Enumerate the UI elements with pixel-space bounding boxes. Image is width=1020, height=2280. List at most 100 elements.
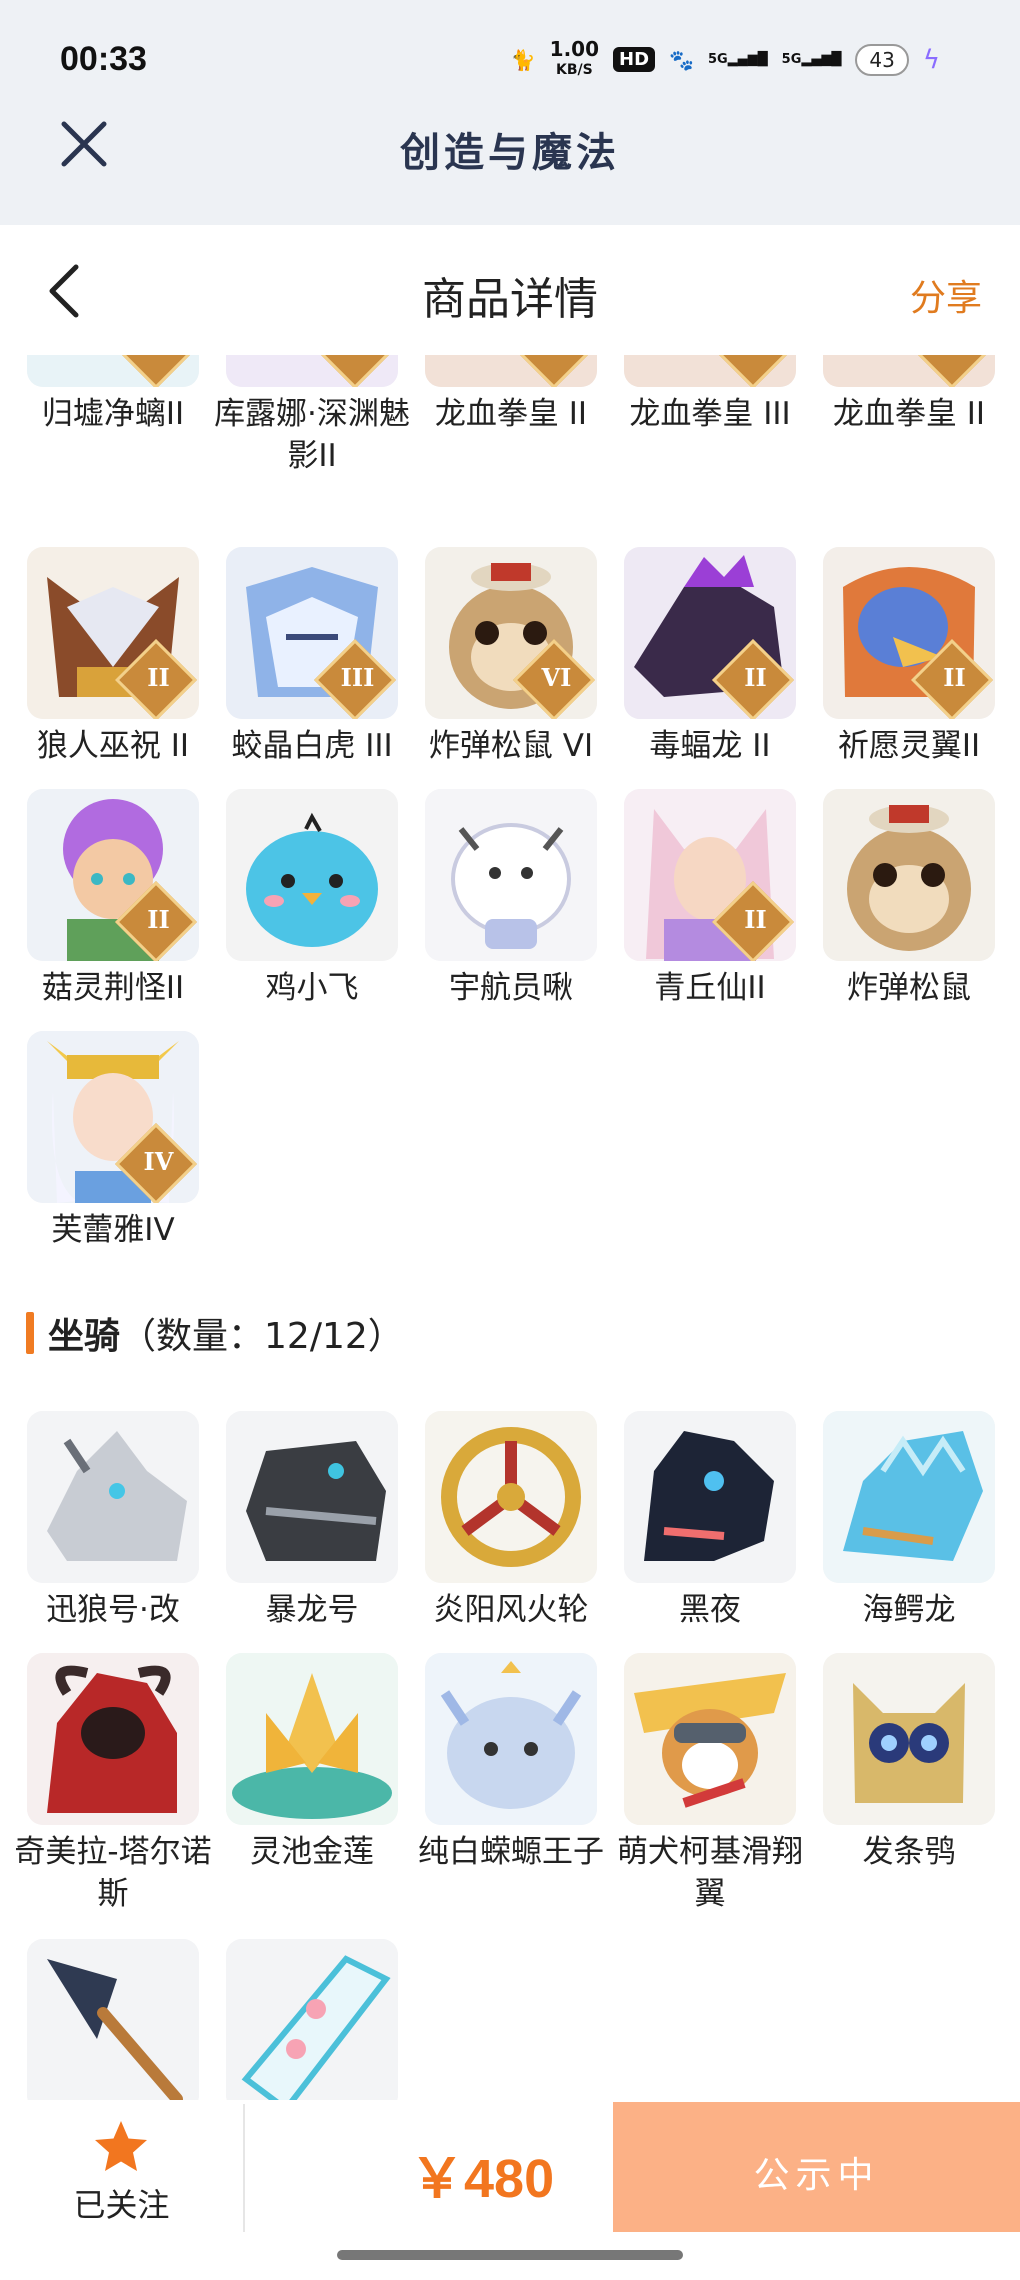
item-thumbnail — [226, 1653, 398, 1825]
grid-item[interactable]: 宇航员啾 — [425, 789, 597, 1009]
page-title: 商品详情 — [422, 274, 598, 325]
grid-item[interactable]: 暴龙号 — [226, 1411, 398, 1631]
astronaut-image — [425, 789, 597, 961]
item-list[interactable]: II归墟净螭IIII库露娜·深渊魅影IIII龙血拳皇 IIIII龙血拳皇 III… — [0, 355, 1020, 2100]
grid-item[interactable]: II 库露娜·深渊魅影II — [214, 355, 410, 477]
status-time: 00:33 — [60, 40, 147, 78]
net-speed-unit: KB/S — [555, 62, 593, 78]
item-thumbnail: II — [27, 547, 199, 719]
follow-button[interactable]: 已关注 — [0, 2100, 243, 2240]
grid-item[interactable]: 黑夜 — [624, 1411, 796, 1631]
item-thumbnail — [425, 789, 597, 961]
item-name: 库露娜·深渊魅影II — [214, 396, 410, 474]
item-name: 黑夜 — [679, 1592, 741, 1628]
item-name: 芙蕾雅IV — [51, 1212, 175, 1248]
app-title: 创造与魔法 — [400, 129, 620, 176]
grid-item[interactable]: II 菇灵荆怪II — [27, 789, 199, 1009]
item-thumbnail: IV — [27, 1031, 199, 1203]
grid-item[interactable] — [27, 1939, 199, 2100]
signal-icon-1: 5G▂▄▆█ — [707, 52, 768, 67]
item-name: 狼人巫祝 II — [36, 728, 190, 764]
charging-icon: ϟ — [922, 44, 940, 75]
grade-badge-text: II — [744, 663, 767, 693]
grid-item[interactable]: II 狼人巫祝 II — [27, 547, 199, 767]
item-thumbnail — [425, 1411, 597, 1583]
follow-label: 已关注 — [73, 2186, 170, 2224]
grid-item[interactable]: IV 芙蕾雅IV — [27, 1031, 199, 1251]
grade-badge-text: II — [147, 663, 170, 693]
item-thumbnail — [624, 1411, 796, 1583]
mounts-section-header: 坐骑（数量：12/12） — [26, 1307, 404, 1359]
cat-icon: 🐈 — [510, 47, 536, 72]
chimera-image — [27, 1653, 199, 1825]
share-button[interactable]: 分享 — [910, 269, 982, 321]
item-thumbnail: II — [226, 355, 398, 387]
grid-item[interactable]: III 蛟晶白虎 III — [226, 547, 398, 767]
item-thumbnail — [823, 1653, 995, 1825]
item-name: 毒蝠龙 II — [649, 728, 771, 764]
grid-item[interactable] — [226, 1939, 398, 2100]
mech-rex-image — [226, 1411, 398, 1583]
grid-item[interactable]: II 龙血拳皇 II — [823, 355, 995, 435]
lotus-image — [226, 1653, 398, 1825]
bird-image — [226, 789, 398, 961]
item-name: 海鳄龙 — [862, 1592, 956, 1628]
item-name: 宇航员啾 — [449, 970, 573, 1006]
grade-badge-text: III — [729, 355, 781, 360]
item-thumbnail — [624, 1653, 796, 1825]
sea-dragon-image — [823, 1411, 995, 1583]
grid-item[interactable]: 纯白蝾螈王子 — [418, 1653, 604, 1873]
grade-badge-text: II — [147, 905, 170, 935]
grid-item[interactable]: II 毒蝠龙 II — [624, 547, 796, 767]
item-name: 灵池金莲 — [250, 1834, 374, 1870]
item-thumbnail — [27, 1653, 199, 1825]
item-thumbnail: II — [624, 789, 796, 961]
signal-icon-2: 5G▂▄▆█ — [781, 52, 842, 67]
item-thumbnail — [27, 1939, 199, 2100]
status-label: 公示中 — [753, 2155, 880, 2196]
grid-item[interactable]: II 青丘仙II — [624, 789, 796, 1009]
item-thumbnail — [823, 789, 995, 961]
grid-item[interactable]: III 龙血拳皇 III — [624, 355, 796, 435]
item-name: 龙血拳皇 III — [629, 396, 791, 432]
grade-badge-text: II — [331, 355, 383, 360]
wheel-image — [425, 1411, 597, 1583]
item-name: 龙血拳皇 II — [832, 396, 986, 432]
item-thumbnail — [425, 1653, 597, 1825]
grid-item[interactable]: II 龙血拳皇 II — [425, 355, 597, 435]
page-header: 商品详情 分享 — [0, 225, 1020, 355]
home-indicator[interactable] — [337, 2250, 683, 2260]
grade-badge-text: II — [928, 355, 980, 360]
item-name: 蛟晶白虎 III — [231, 728, 393, 764]
grid-item[interactable]: 奇美拉-塔尔诺斯 — [14, 1653, 212, 1915]
net-speed: 1.00 KB/S — [550, 39, 599, 79]
grid-item[interactable]: VI 炸弹松鼠 VI — [425, 547, 597, 767]
skateboard-image — [226, 1939, 398, 2100]
grid-item[interactable]: 鸡小飞 — [226, 789, 398, 1009]
item-thumbnail: II — [823, 355, 995, 387]
grid-item[interactable]: 炎阳风火轮 — [425, 1411, 597, 1631]
grid-item[interactable]: 发条鸮 — [823, 1653, 995, 1873]
grid-item[interactable]: 萌犬柯基滑翔翼 — [617, 1653, 803, 1915]
grade-badge-text: II — [943, 663, 966, 693]
grid-item[interactable]: 炸弹松鼠 — [823, 789, 995, 1009]
grid-item[interactable]: II 归墟净螭II — [27, 355, 199, 435]
item-name: 暴龙号 — [265, 1592, 359, 1628]
grid-item[interactable]: II 祈愿灵翼II — [823, 547, 995, 767]
item-thumbnail: II — [425, 355, 597, 387]
item-thumbnail: II — [624, 547, 796, 719]
shovel-image — [27, 1939, 199, 2100]
grid-item[interactable]: 迅狼号·改 — [27, 1411, 199, 1631]
item-name: 祈愿灵翼II — [837, 728, 981, 764]
squirrel-image — [823, 789, 995, 961]
grid-item[interactable]: 海鳄龙 — [823, 1411, 995, 1631]
publicity-status-button[interactable]: 公示中 — [613, 2102, 1020, 2232]
grid-item[interactable]: 灵池金莲 — [226, 1653, 398, 1873]
item-name: 菇灵荆怪II — [41, 970, 185, 1006]
item-thumbnail — [226, 789, 398, 961]
section-title: 坐骑（数量：12/12） — [48, 1307, 404, 1359]
item-thumbnail — [823, 1411, 995, 1583]
section-count: （数量：12/12） — [120, 1316, 404, 1357]
section-accent-bar — [26, 1312, 34, 1354]
item-thumbnail: III — [226, 547, 398, 719]
